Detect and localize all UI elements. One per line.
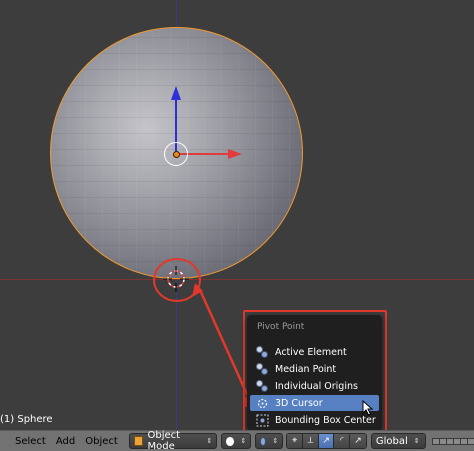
updown-arrows-icon: ⇕: [240, 437, 247, 445]
mode-label: Object Mode: [147, 430, 181, 451]
layer-button[interactable]: [467, 437, 474, 445]
menu-item-label: Individual Origins: [275, 380, 358, 392]
menu-item-label: Active Element: [275, 346, 347, 358]
transform-orientation-dropdown[interactable]: Global ⇕: [370, 433, 426, 449]
menu-item-3d-cursor[interactable]: 3D Cursor: [250, 395, 379, 411]
3d-view-header: Select Add Object Object Mode ⇕ ⇕ ⇕ ⌖ ⟂ …: [0, 430, 474, 451]
menu-item-label: 3D Cursor: [275, 397, 323, 409]
orientation-label: Global: [375, 435, 408, 447]
layer-buttons[interactable]: [432, 437, 474, 445]
menu-item-individual-origins[interactable]: Individual Origins: [250, 378, 379, 394]
cube-icon: [133, 436, 143, 446]
pivot-point-icon: [260, 436, 267, 446]
manipulator-toggle-icon[interactable]: ⌖: [287, 434, 304, 448]
x-axis-line: [0, 279, 474, 280]
solid-sphere-icon: [226, 436, 235, 446]
add-menu[interactable]: Add: [51, 436, 80, 447]
menu-title: Pivot Point: [257, 322, 305, 332]
rotate-manipulator-icon[interactable]: ◜: [334, 434, 351, 448]
annotation-circle: [153, 258, 201, 302]
menu-item-label: Median Point: [275, 363, 337, 375]
3d-viewport[interactable]: (1) Sphere: [0, 0, 474, 430]
updown-arrows-icon: ⇕: [413, 437, 420, 445]
mouse-pointer-icon: [362, 400, 374, 416]
manipulator-toggle-group: ⌖ ⟂ ↗ ◜ ↗: [286, 433, 367, 449]
viewport-shading-dropdown[interactable]: ⇕: [221, 433, 252, 449]
menu-item-bounding-box-center[interactable]: Bounding Box Center: [250, 412, 379, 428]
updown-arrows-icon: ⇕: [206, 437, 213, 445]
individual-origins-icon: [256, 379, 269, 393]
object-origin-dot: [173, 151, 180, 158]
menu-item-median-point[interactable]: Median Point: [250, 361, 379, 377]
median-point-icon: [256, 362, 269, 376]
mode-dropdown[interactable]: Object Mode ⇕: [128, 430, 218, 451]
translate-manipulator-icon[interactable]: ↗: [318, 434, 335, 448]
scale-manipulator-icon[interactable]: ↗: [350, 434, 366, 448]
manipulator-pointer-icon[interactable]: ⟂: [303, 434, 319, 448]
pivot-point-dropdown[interactable]: ⇕: [255, 433, 284, 449]
active-element-icon: [256, 345, 269, 359]
menu-item-label: Bounding Box Center: [275, 414, 376, 426]
object-menu[interactable]: Object: [80, 436, 123, 447]
3d-cursor-icon: [256, 397, 269, 410]
object-info-label: (1) Sphere: [0, 414, 53, 425]
updown-arrows-icon: ⇕: [272, 437, 279, 445]
menu-item-active-element[interactable]: Active Element: [250, 344, 379, 360]
select-menu[interactable]: Select: [10, 436, 51, 447]
bounding-box-center-icon: [256, 414, 269, 427]
